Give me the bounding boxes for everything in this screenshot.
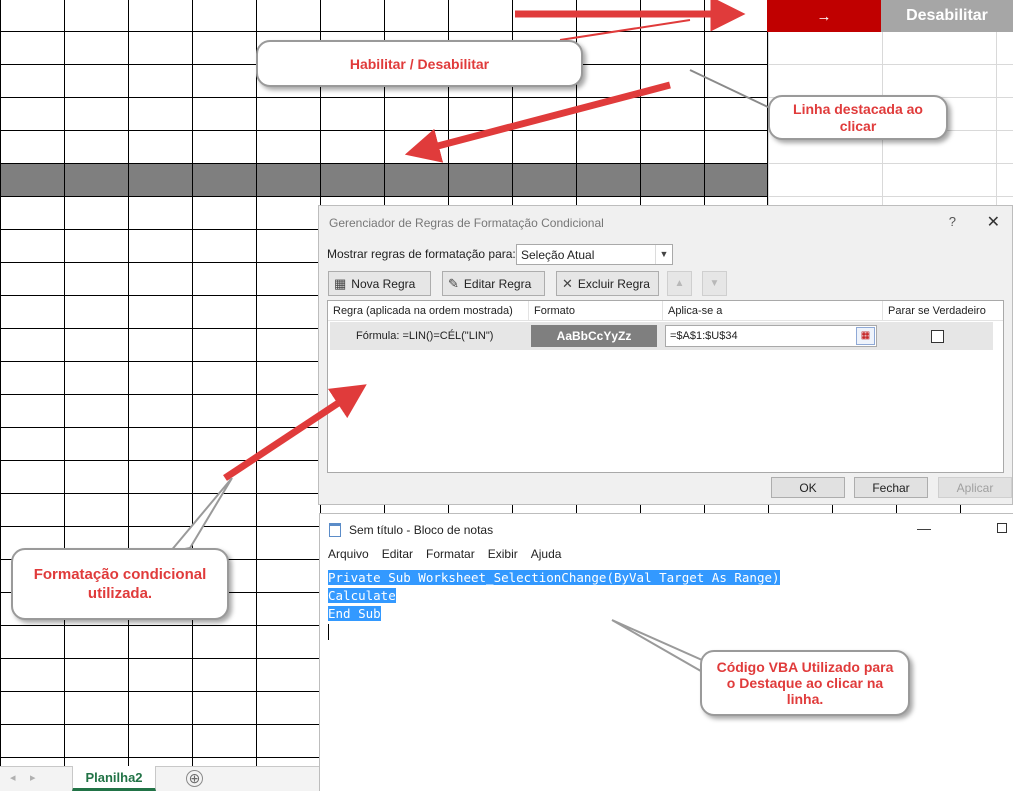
sheet-tab-planilha2[interactable]: Planilha2 bbox=[72, 766, 156, 791]
chevron-down-icon[interactable]: ▼ bbox=[655, 245, 672, 264]
help-icon[interactable]: ? bbox=[949, 214, 956, 229]
rules-list: Regra (aplicada na ordem mostrada) Forma… bbox=[327, 300, 1004, 473]
rule-formula: Fórmula: =LIN()=CÉL("LIN") bbox=[356, 330, 494, 342]
callout-conditional-formatting: Formatação condicional utilizada. bbox=[11, 548, 229, 620]
code-line: Calculate bbox=[328, 588, 396, 603]
menu-exibir[interactable]: Exibir bbox=[488, 547, 518, 561]
rule-format-preview: AaBbCcYyZz bbox=[531, 325, 657, 347]
menu-arquivo[interactable]: Arquivo bbox=[328, 547, 369, 561]
dialog-title: Gerenciador de Regras de Formatação Cond… bbox=[329, 216, 604, 230]
edit-rule-button[interactable]: ✎ Editar Regra bbox=[442, 271, 545, 296]
rule-row[interactable]: Fórmula: =LIN()=CÉL("LIN") AaBbCcYyZz =$… bbox=[330, 322, 993, 350]
close-icon[interactable]: ✕ bbox=[987, 212, 1000, 232]
conditional-formatting-dialog: Gerenciador de Regras de Formatação Cond… bbox=[318, 205, 1013, 505]
delete-rule-icon: ✕ bbox=[562, 275, 573, 291]
callout-vba-code: Código VBA Utilizado para o Destaque ao … bbox=[700, 650, 910, 716]
edit-rule-label: Editar Regra bbox=[463, 276, 532, 291]
tab-prev-icon[interactable]: ◂ bbox=[10, 771, 16, 784]
stop-if-true-checkbox[interactable] bbox=[931, 330, 944, 343]
add-sheet-icon[interactable]: ⊕ bbox=[186, 770, 203, 787]
applies-to-value: =$A$1:$U$34 bbox=[670, 330, 738, 342]
code-line: Private Sub Worksheet_SelectionChange(By… bbox=[328, 570, 780, 585]
notepad-window: Sem título - Bloco de notas — Arquivo Ed… bbox=[319, 513, 1013, 791]
disable-button[interactable]: Desabilitar bbox=[881, 0, 1013, 32]
menu-formatar[interactable]: Formatar bbox=[426, 547, 475, 561]
callout-highlight-row: Linha destacada ao clicar bbox=[768, 95, 948, 140]
show-rules-label: Mostrar regras de formatação para: bbox=[327, 247, 516, 261]
show-rules-select[interactable]: Seleção Atual ▼ bbox=[516, 244, 673, 265]
notepad-text-area[interactable]: Private Sub Worksheet_SelectionChange(By… bbox=[328, 569, 780, 623]
close-button[interactable]: Fechar bbox=[854, 477, 928, 498]
new-rule-label: Nova Regra bbox=[351, 276, 416, 291]
new-rule-icon: ▦ bbox=[334, 275, 347, 291]
notepad-icon bbox=[329, 523, 341, 537]
minimize-icon[interactable]: — bbox=[917, 520, 931, 536]
new-rule-button[interactable]: ▦ Nova Regra bbox=[328, 271, 431, 296]
notepad-menu-bar: Arquivo Editar Formatar Exibir Ajuda bbox=[328, 547, 561, 561]
text-caret bbox=[328, 624, 329, 640]
sheet-tabs-bar: ◂ ▸ Planilha2 ⊕ bbox=[0, 766, 319, 791]
move-down-icon[interactable]: ▼ bbox=[702, 271, 727, 296]
menu-ajuda[interactable]: Ajuda bbox=[531, 547, 562, 561]
callout-toggle: Habilitar / Desabilitar bbox=[256, 40, 583, 87]
show-rules-value: Seleção Atual bbox=[521, 248, 595, 262]
code-line: End Sub bbox=[328, 606, 381, 621]
delete-rule-button[interactable]: ✕ Excluir Regra bbox=[556, 271, 659, 296]
column-format: Formato bbox=[529, 301, 663, 321]
tab-next-icon[interactable]: ▸ bbox=[30, 771, 36, 784]
highlighted-row[interactable] bbox=[0, 163, 767, 197]
notepad-title: Sem título - Bloco de notas bbox=[349, 523, 494, 537]
maximize-icon[interactable] bbox=[997, 523, 1007, 533]
column-applies-to: Aplica-se a bbox=[663, 301, 883, 321]
range-picker-icon[interactable]: ▦ bbox=[856, 327, 875, 345]
delete-rule-label: Excluir Regra bbox=[577, 276, 650, 291]
column-stop-if-true: Parar se Verdadeiro bbox=[883, 301, 1003, 321]
column-rule: Regra (aplicada na ordem mostrada) bbox=[328, 301, 529, 321]
enable-button[interactable]: → bbox=[767, 0, 881, 32]
ok-button[interactable]: OK bbox=[771, 477, 845, 498]
menu-editar[interactable]: Editar bbox=[382, 547, 413, 561]
apply-button[interactable]: Aplicar bbox=[938, 477, 1012, 498]
edit-rule-icon: ✎ bbox=[448, 275, 459, 291]
move-up-icon[interactable]: ▲ bbox=[667, 271, 692, 296]
applies-to-input[interactable]: =$A$1:$U$34 ▦ bbox=[665, 325, 877, 347]
